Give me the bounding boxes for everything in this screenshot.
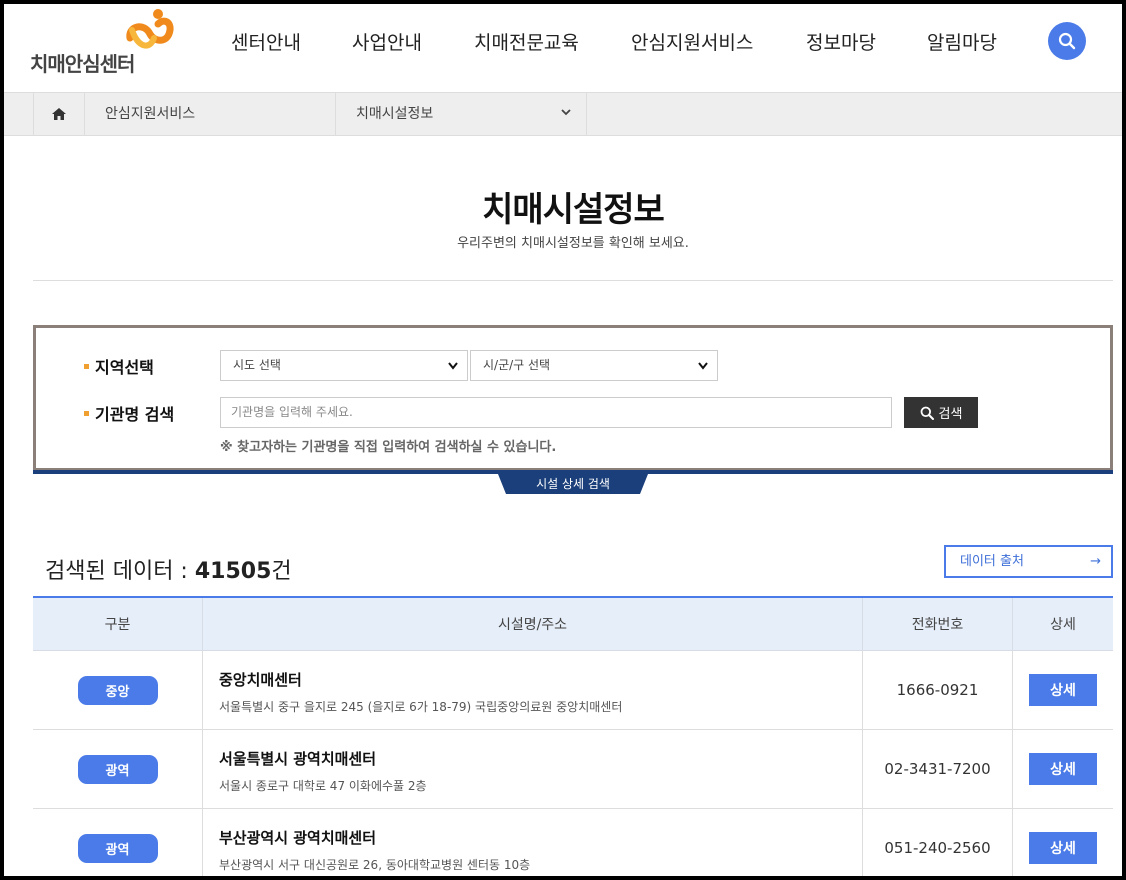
bullet-icon: [84, 364, 89, 369]
sido-select[interactable]: 시도 선택: [220, 350, 468, 381]
result-count-number: 41505: [194, 559, 272, 584]
region-label-text: 지역선택: [95, 358, 154, 377]
search-button-label: 검색: [938, 407, 963, 422]
page-subtitle: 우리주변의 치매시설정보를 확인해 보세요.: [457, 236, 689, 251]
table-header: 구분 시설명/주소 전화번호 상세: [33, 596, 1113, 651]
table-row: 광역 서울특별시 광역치매센터 서울시 종로구 대학로 47 이화에수풀 2층 …: [33, 730, 1113, 809]
result-count-prefix: 검색된 데이터 :: [45, 559, 195, 584]
browser-viewport: 치매안심센터 센터안내 사업안내 치매전문교육 안심지원서비스 정보마당 알림마…: [4, 4, 1122, 876]
search-notice: ※ 찾고자하는 기관명을 직접 입력하여 검색하실 수 있습니다.: [220, 440, 557, 455]
detail-search-tab[interactable]: 시설 상세 검색: [498, 475, 648, 493]
chevron-down-icon: [448, 362, 458, 370]
detail-button[interactable]: 상세: [1029, 832, 1097, 864]
header-search-button[interactable]: [1048, 22, 1086, 60]
result-count: 검색된 데이터 : 41505건: [45, 553, 292, 585]
nav-item-notice[interactable]: 알림마당: [927, 4, 997, 82]
nav-item-info[interactable]: 정보마당: [806, 4, 876, 82]
detail-cell: 상세: [1013, 730, 1113, 808]
phone-cell: 02-3431-7200: [863, 730, 1013, 808]
facility-search-panel: 지역선택 시도 선택 시/군/구 선택 기관명 검색 기관명을 입력해 주세요.…: [33, 325, 1113, 471]
name-label: 기관명 검색: [84, 401, 174, 425]
home-icon: [52, 108, 66, 120]
facility-name: 중앙치매센터: [219, 671, 302, 689]
header-detail: 상세: [1050, 617, 1076, 633]
breadcrumb-level1[interactable]: 안심지원서비스: [85, 93, 336, 135]
header-type: 구분: [33, 598, 203, 650]
name-address-cell: 중앙치매센터 서울특별시 중구 을지로 245 (을지로 6가 18-79) 국…: [203, 651, 863, 729]
site-logo[interactable]: 치매안심센터: [30, 8, 180, 78]
facility-name: 서울특별시 광역치매센터: [219, 750, 377, 768]
name-address-cell: 부산광역시 광역치매센터 부산광역시 서구 대신공원로 26, 동아대학교병원 …: [203, 809, 863, 876]
sigungu-select[interactable]: 시/군/구 선택: [470, 350, 718, 381]
page-title: 치매시설정보: [482, 190, 665, 230]
type-badge: 광역: [77, 833, 158, 863]
facility-phone: 1666-0921: [896, 681, 979, 699]
detail-cell: 상세: [1013, 651, 1113, 729]
sigungu-select-value: 시/군/구 선택: [483, 358, 551, 372]
facility-name-input[interactable]: 기관명을 입력해 주세요.: [220, 397, 892, 428]
search-icon: [920, 406, 934, 420]
phone-cell: 1666-0921: [863, 651, 1013, 729]
name-address-cell: 서울특별시 광역치매센터 서울시 종로구 대학로 47 이화에수풀 2층: [203, 730, 863, 808]
facility-name: 부산광역시 광역치매센터: [219, 829, 377, 847]
facility-address: 부산광역시 서구 대신공원로 26, 동아대학교병원 센터동 10층: [219, 858, 531, 872]
table-row: 광역 부산광역시 광역치매센터 부산광역시 서구 대신공원로 26, 동아대학교…: [33, 809, 1113, 876]
facility-phone: 051-240-2560: [884, 839, 991, 857]
type-cell: 중앙: [33, 651, 203, 729]
search-icon: [1058, 32, 1076, 50]
facility-address: 서울시 종로구 대학로 47 이화에수풀 2층: [219, 779, 427, 793]
header-phone: 전화번호: [863, 598, 1013, 650]
bullet-icon: [84, 411, 89, 416]
chevron-down-icon: [698, 362, 708, 370]
header-name-address: 시설명/주소: [203, 598, 863, 650]
facility-table: 구분 시설명/주소 전화번호 상세 중앙 중앙치매센터 서울특별시 중구 을지로…: [33, 596, 1113, 876]
name-label-text: 기관명 검색: [95, 405, 175, 424]
sido-select-value: 시도 선택: [233, 358, 281, 372]
breadcrumb-level2-label: 치매시설정보: [356, 106, 434, 122]
region-label: 지역선택: [84, 354, 154, 378]
detail-button[interactable]: 상세: [1029, 753, 1097, 785]
type-badge: 광역: [77, 754, 158, 784]
result-count-suffix: 건: [271, 559, 292, 584]
facility-phone: 02-3431-7200: [884, 760, 991, 778]
data-source-label: 데이터 출처: [960, 554, 1024, 569]
breadcrumb: 안심지원서비스 치매시설정보: [4, 92, 1122, 136]
site-header: 치매안심센터 센터안내 사업안내 치매전문교육 안심지원서비스 정보마당 알림마…: [4, 4, 1122, 92]
type-cell: 광역: [33, 809, 203, 876]
detail-cell: 상세: [1013, 809, 1113, 876]
type-badge: 중앙: [77, 675, 158, 705]
type-cell: 광역: [33, 730, 203, 808]
nav-item-business[interactable]: 사업안내: [352, 4, 422, 82]
search-button[interactable]: 검색: [904, 397, 978, 428]
table-row: 중앙 중앙치매센터 서울특별시 중구 을지로 245 (을지로 6가 18-79…: [33, 651, 1113, 730]
phone-cell: 051-240-2560: [863, 809, 1013, 876]
title-divider: [33, 280, 1113, 281]
logo-text: 치매안심센터: [30, 52, 135, 76]
nav-item-support[interactable]: 안심지원서비스: [631, 4, 753, 82]
nav-item-education[interactable]: 치매전문교육: [474, 4, 579, 82]
arrow-right-icon: →: [1090, 554, 1101, 569]
nav-item-center[interactable]: 센터안내: [231, 4, 301, 82]
data-source-button[interactable]: 데이터 출처 →: [944, 545, 1113, 578]
facility-address: 서울특별시 중구 을지로 245 (을지로 6가 18-79) 국립중앙의료원 …: [219, 700, 623, 714]
chevron-down-icon: [561, 109, 571, 116]
detail-button[interactable]: 상세: [1029, 674, 1097, 706]
breadcrumb-level2-dropdown[interactable]: 치매시설정보: [336, 93, 587, 135]
breadcrumb-home[interactable]: [33, 93, 85, 135]
